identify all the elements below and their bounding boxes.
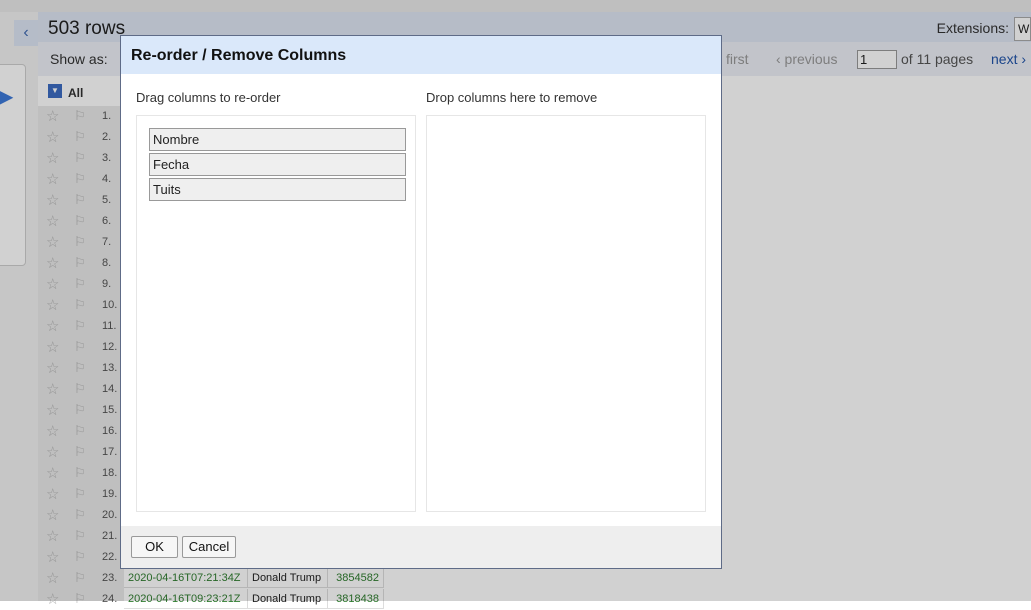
reorder-label: Drag columns to re-order: [136, 90, 281, 105]
column-item-nombre[interactable]: Nombre: [149, 128, 406, 151]
reorder-remove-columns-dialog: Re-order / Remove Columns Drag columns t…: [120, 35, 722, 569]
reorder-column-list[interactable]: Nombre Fecha Tuits: [136, 115, 416, 512]
remove-drop-zone[interactable]: [426, 115, 706, 512]
column-item-tuits[interactable]: Tuits: [149, 178, 406, 201]
column-item-fecha[interactable]: Fecha: [149, 153, 406, 176]
dialog-footer: OK Cancel: [121, 526, 721, 568]
dialog-header: Re-order / Remove Columns: [121, 36, 721, 74]
dialog-title: Re-order / Remove Columns: [131, 47, 347, 64]
cancel-button[interactable]: Cancel: [182, 536, 236, 558]
ok-button[interactable]: OK: [131, 536, 178, 558]
remove-label: Drop columns here to remove: [426, 90, 598, 105]
